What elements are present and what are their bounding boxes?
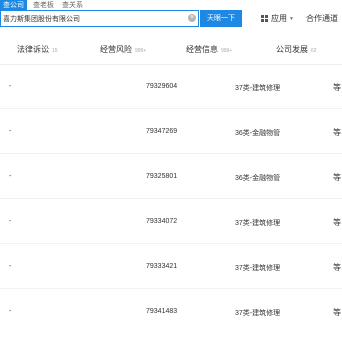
apps-menu[interactable]: 应用 ▼ [261,10,294,27]
row-marker: - [9,173,12,180]
registration-number: 79341483 [146,308,178,315]
row-marker: - [9,83,12,90]
row-more: 等 [333,218,341,227]
search-box: × [0,10,199,27]
trademark-category: 37类-建筑修理 [235,85,281,92]
trademark-category: 37类-建筑修理 [235,265,281,272]
registration-number: 79325801 [146,173,178,180]
row-more: 等 [333,308,341,317]
coop-menu[interactable]: 合作通道 [306,10,338,27]
tab-development[interactable]: 公司发展 62 [276,44,317,55]
registration-number: 79329604 [146,83,178,90]
tab-risk-label: 经营风险 [100,45,132,54]
chevron-down-icon: ▼ [289,15,294,22]
row-divider [0,153,342,154]
table-row[interactable]: - 79333421 37类-建筑修理 等 [0,263,342,289]
trademark-category: 37类-建筑修理 [235,310,281,317]
table-row[interactable]: - 79334072 37类-建筑修理 等 [0,218,342,244]
tab-legal-count: 15 [52,48,58,54]
row-more: 等 [333,173,341,182]
row-marker: - [9,263,12,270]
row-more: 等 [333,263,341,272]
row-more: 等 [333,83,341,92]
tab-risk-count: 999+ [135,48,147,54]
row-divider [0,288,342,289]
trademark-category: 37类-建筑修理 [235,220,281,227]
grid-icon [261,15,268,22]
search-input[interactable] [3,11,183,26]
trademark-category: 36类-金融物管 [235,175,281,182]
search-button[interactable]: 天眼一下 [200,10,242,27]
row-more: 等 [333,128,341,137]
registration-number: 79334072 [146,218,178,225]
section-tabs: 法律诉讼 15 经营风险 999+ 经营信息 999+ 公司发展 62 [0,40,342,60]
tab-development-count: 62 [311,48,317,54]
row-divider [0,243,342,244]
clear-icon[interactable]: × [188,14,196,22]
tab-operation[interactable]: 经营信息 999+ [186,44,232,55]
tab-operation-label: 经营信息 [186,45,218,54]
table-row[interactable]: - 79347269 36类-金融物管 等 [0,128,342,154]
tab-risk[interactable]: 经营风险 999+ [100,44,146,55]
table-row[interactable]: - 79341483 37类-建筑修理 等 [0,308,342,317]
row-divider [0,108,342,109]
table-row[interactable]: - 79325801 36类-金融物管 等 [0,173,342,199]
header-divider [0,64,342,65]
coop-menu-label: 合作通道 [306,14,338,23]
row-marker: - [9,128,12,135]
table-row[interactable]: - 79329604 37类-建筑修理 等 [0,83,342,109]
row-marker: - [9,308,12,315]
tab-legal[interactable]: 法律诉讼 15 [17,44,58,55]
tab-operation-count: 999+ [221,48,233,54]
row-divider [0,198,342,199]
apps-menu-label: 应用 [271,14,287,23]
tab-legal-label: 法律诉讼 [17,45,49,54]
row-marker: - [9,218,12,225]
registration-number: 79347269 [146,128,178,135]
registration-number: 79333421 [146,263,178,270]
tab-development-label: 公司发展 [276,45,308,54]
trademark-category: 36类-金融物管 [235,130,281,137]
